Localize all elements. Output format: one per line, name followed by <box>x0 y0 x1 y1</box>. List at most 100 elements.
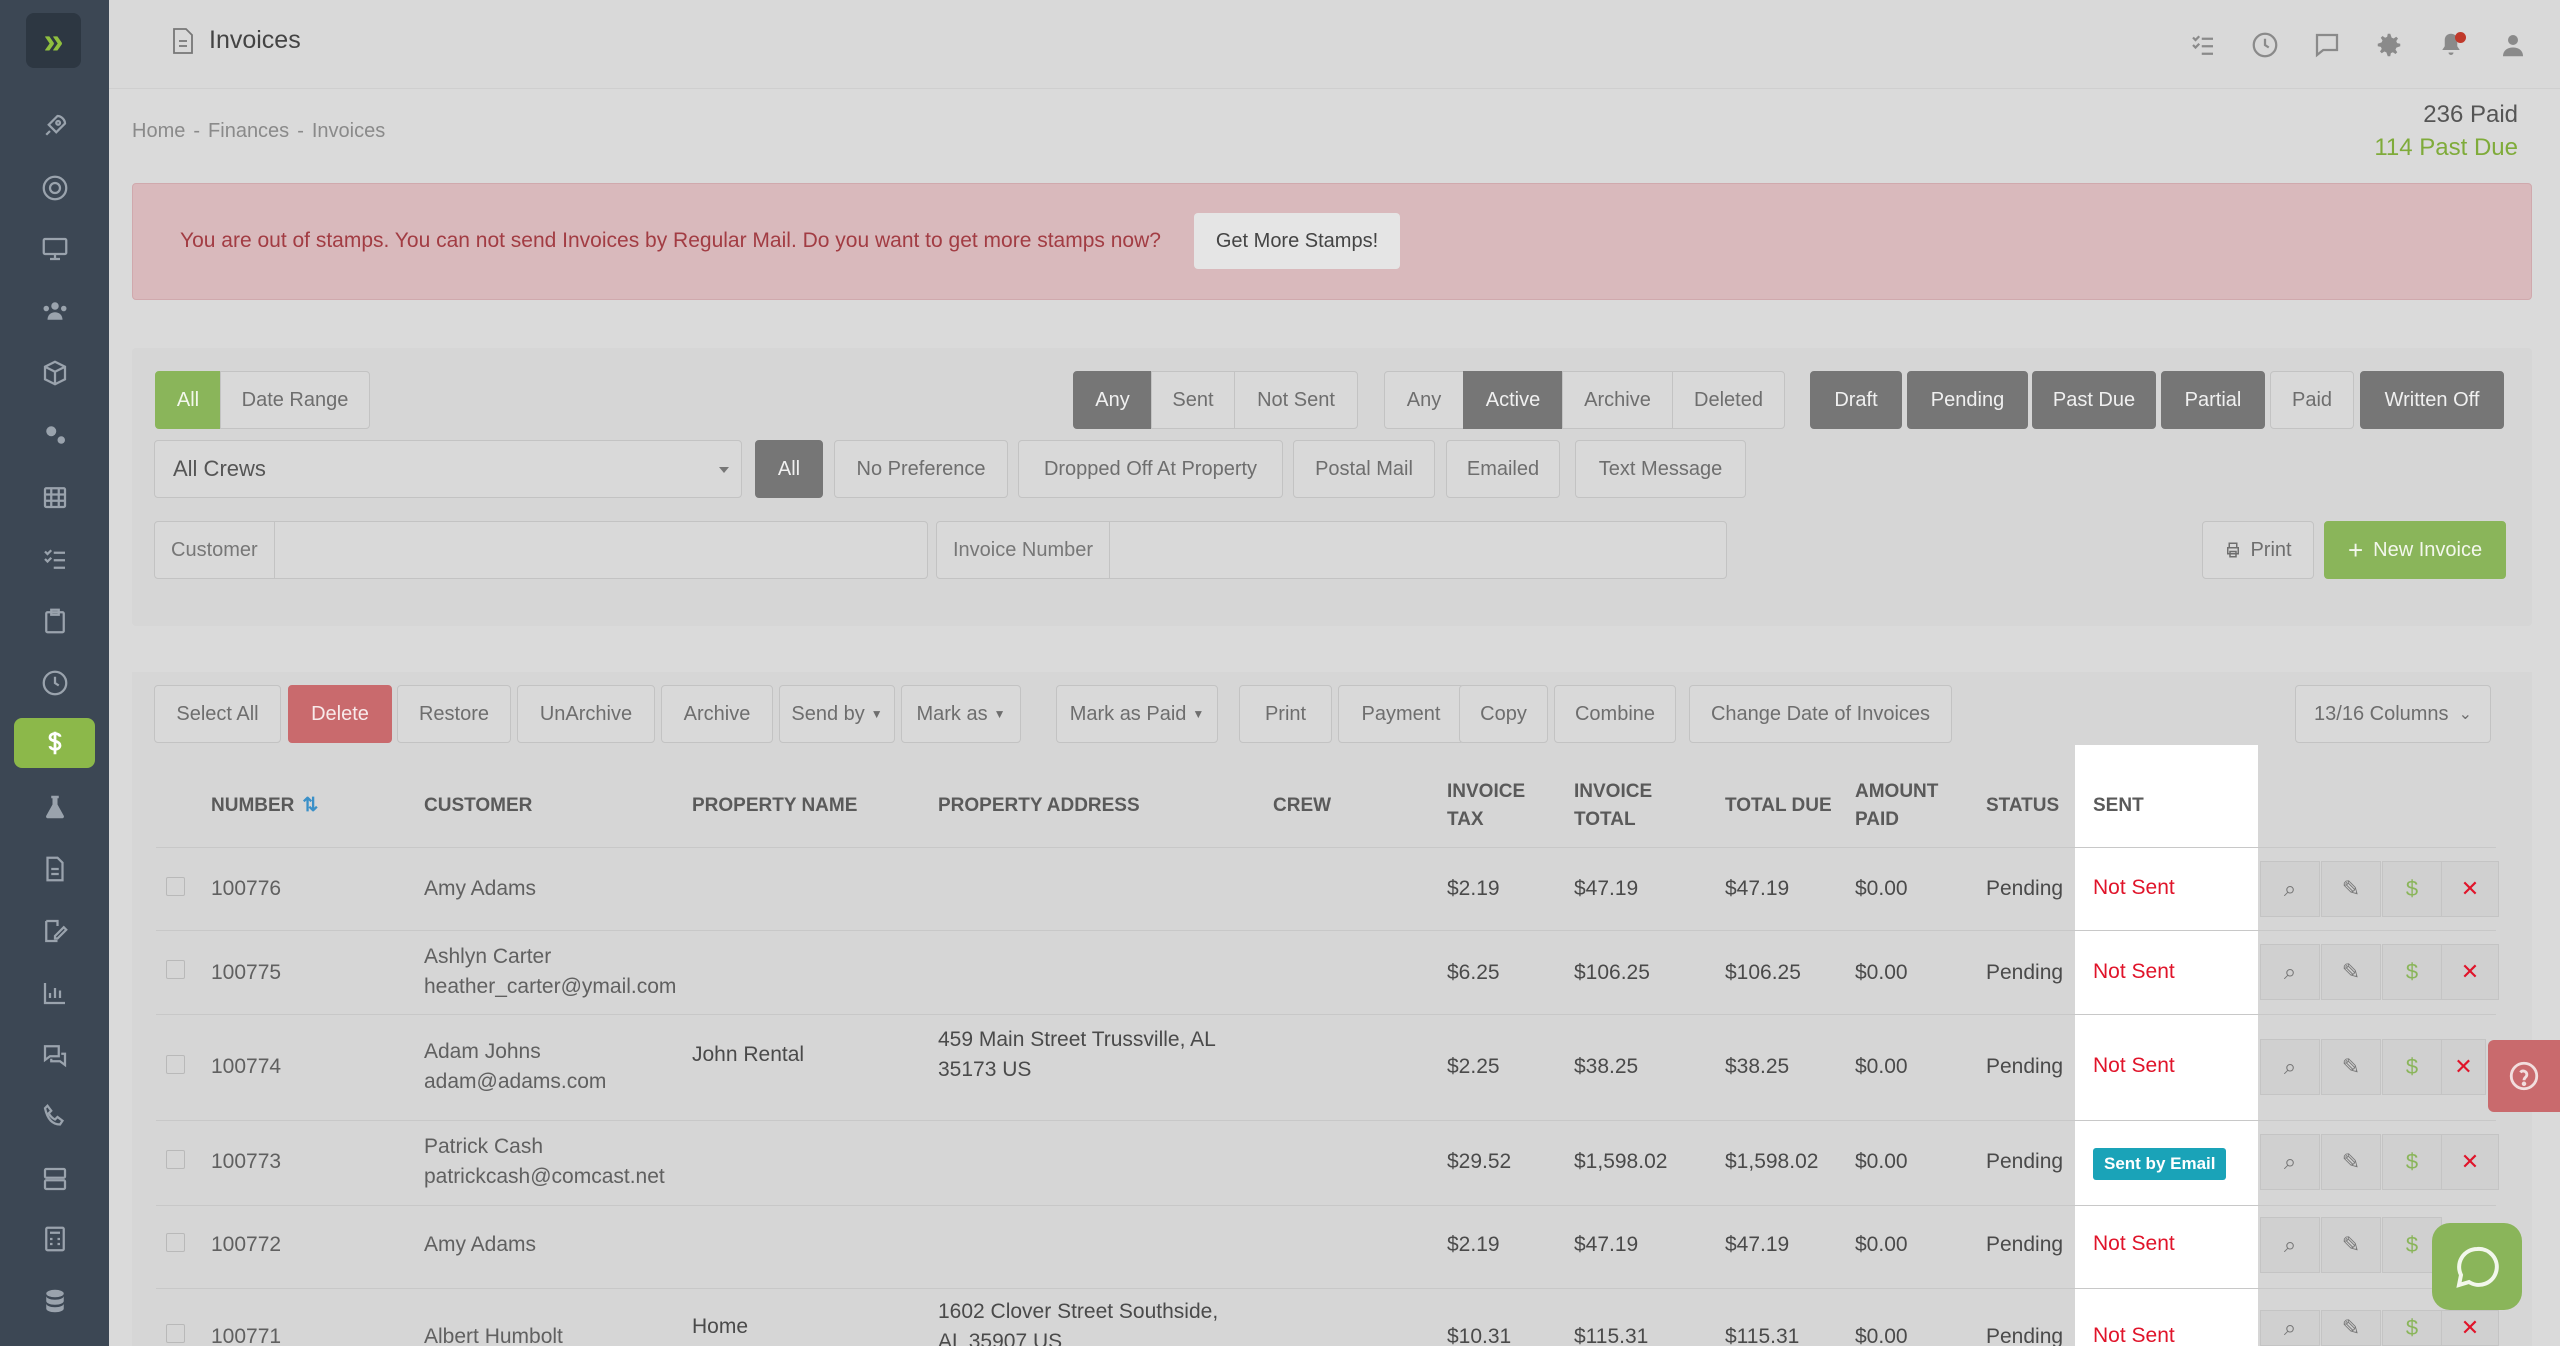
view-button[interactable]: ⌕ <box>2260 1039 2320 1095</box>
column-header-amount-paid[interactable]: AMOUNT PAID <box>1855 778 1938 834</box>
column-header-property-address[interactable]: PROPERTY ADDRESS <box>938 792 1140 820</box>
breadcrumb-finances[interactable]: Finances <box>208 120 289 142</box>
delete-button[interactable]: Delete <box>288 685 392 743</box>
row-checkbox[interactable] <box>166 960 185 979</box>
sidebar-item-lab[interactable] <box>14 782 95 832</box>
column-header-status[interactable]: STATUS <box>1986 792 2059 820</box>
delivery-postal-mail[interactable]: Postal Mail <box>1293 440 1435 498</box>
row-checkbox[interactable] <box>166 1055 185 1074</box>
paid-count[interactable]: 236 Paid <box>2374 98 2518 131</box>
filter-status-partial[interactable]: Partial <box>2161 371 2265 429</box>
delivery-text-message[interactable]: Text Message <box>1575 440 1746 498</box>
sidebar-item-finances[interactable] <box>14 718 95 768</box>
sidebar-item-customers[interactable] <box>14 286 95 336</box>
column-header-invoice-tax[interactable]: INVOICE TAX <box>1447 778 1525 834</box>
delivery-all[interactable]: All <box>755 440 823 498</box>
column-header-customer[interactable]: CUSTOMER <box>424 792 532 820</box>
filter-status-past-due[interactable]: Past Due <box>2032 371 2156 429</box>
cell-customer[interactable]: Adam Johns <box>424 1037 541 1067</box>
column-header-total-due[interactable]: TOTAL DUE <box>1725 792 1832 820</box>
change-date-button[interactable]: Change Date of Invoices <box>1689 685 1952 743</box>
filter-sent-any[interactable]: Any <box>1073 371 1152 429</box>
settings-button[interactable] <box>2374 30 2404 60</box>
sidebar-item-rocket[interactable] <box>14 101 95 151</box>
sidebar-item-dashboard[interactable] <box>14 224 95 274</box>
payment-row-button[interactable]: $ <box>2382 1039 2442 1095</box>
unarchive-button[interactable]: UnArchive <box>517 685 655 743</box>
sidebar-item-timesheets[interactable] <box>14 658 95 708</box>
mark-as-button[interactable]: Mark as ▼ <box>901 685 1021 743</box>
archive-button[interactable]: Archive <box>661 685 773 743</box>
filter-not-sent[interactable]: Not Sent <box>1234 371 1358 429</box>
filter-all-dates[interactable]: All <box>155 371 221 429</box>
edit-button[interactable]: ✎ <box>2321 1310 2381 1346</box>
sidebar-item-phone[interactable] <box>14 1092 95 1142</box>
delivery-no-preference[interactable]: No Preference <box>834 440 1008 498</box>
delete-row-button[interactable]: ✕ <box>2441 861 2499 917</box>
edit-button[interactable]: ✎ <box>2321 1039 2381 1095</box>
payment-row-button[interactable]: $ <box>2382 944 2442 1000</box>
sidebar-item-estimates[interactable] <box>14 906 95 956</box>
cell-email[interactable]: patrickcash@comcast.net <box>424 1162 665 1192</box>
columns-dropdown[interactable]: 13/16 Columns ⌄ <box>2295 685 2491 743</box>
delete-row-button[interactable]: ✕ <box>2441 1310 2499 1346</box>
edit-button[interactable]: ✎ <box>2321 1217 2381 1273</box>
delivery-emailed[interactable]: Emailed <box>1446 440 1560 498</box>
notifications-button[interactable] <box>2436 30 2466 60</box>
select-all-button[interactable]: Select All <box>154 685 281 743</box>
filter-status-draft[interactable]: Draft <box>1810 371 1902 429</box>
sidebar-item-documents[interactable] <box>14 844 95 894</box>
cell-customer[interactable]: Amy Adams <box>424 1230 536 1260</box>
cell-customer[interactable]: Amy Adams <box>424 874 536 904</box>
profile-button[interactable] <box>2498 30 2528 60</box>
new-invoice-button[interactable]: + New Invoice <box>2324 521 2506 579</box>
row-checkbox[interactable] <box>166 1233 185 1252</box>
payment-row-button[interactable]: $ <box>2382 1134 2442 1190</box>
cell-property-name[interactable]: Home <box>692 1312 748 1342</box>
messages-button[interactable] <box>2312 30 2342 60</box>
filter-active[interactable]: Active <box>1463 371 1563 429</box>
column-header-number[interactable]: NUMBER ⇅ <box>211 792 318 820</box>
sidebar-item-inventory[interactable] <box>14 348 95 398</box>
restore-button[interactable]: Restore <box>397 685 511 743</box>
view-button[interactable]: ⌕ <box>2260 1217 2320 1273</box>
filter-archive-any[interactable]: Any <box>1384 371 1464 429</box>
sidebar-item-storage[interactable] <box>14 1154 95 1204</box>
view-button[interactable]: ⌕ <box>2260 1310 2320 1346</box>
sidebar-item-database[interactable] <box>14 1276 95 1326</box>
sidebar-item-calendar[interactable] <box>14 472 95 522</box>
expand-sidebar-button[interactable]: » <box>26 13 81 68</box>
sidebar-item-tasks[interactable] <box>14 534 95 584</box>
payment-row-button[interactable]: $ <box>2382 861 2442 917</box>
sidebar-item-reports[interactable] <box>14 968 95 1018</box>
delete-row-button[interactable]: ✕ <box>2441 1134 2499 1190</box>
get-more-stamps-button[interactable]: Get More Stamps! <box>1194 213 1400 269</box>
history-button[interactable] <box>2250 30 2280 60</box>
filter-date-range[interactable]: Date Range <box>220 371 370 429</box>
customer-input[interactable] <box>275 522 927 578</box>
sidebar-item-messages[interactable] <box>14 1030 95 1080</box>
column-header-sent[interactable]: SENT <box>2093 792 2144 820</box>
sidebar-item-services[interactable] <box>14 410 95 460</box>
payment-row-button[interactable]: $ <box>2382 1310 2442 1346</box>
cell-email[interactable]: adam@adams.com <box>424 1067 606 1097</box>
row-checkbox[interactable] <box>166 1324 185 1343</box>
cell-customer[interactable]: Albert Humbolt <box>424 1322 563 1346</box>
invoice-number-input[interactable] <box>1110 522 1726 578</box>
sidebar-item-calculator[interactable] <box>14 1214 95 1264</box>
view-button[interactable]: ⌕ <box>2260 944 2320 1000</box>
filter-status-paid[interactable]: Paid <box>2270 371 2354 429</box>
column-header-property-name[interactable]: PROPERTY NAME <box>692 792 857 820</box>
column-header-invoice-total[interactable]: INVOICE TOTAL <box>1574 778 1652 834</box>
breadcrumb-home[interactable]: Home <box>132 120 185 142</box>
edit-button[interactable]: ✎ <box>2321 944 2381 1000</box>
print-selected-button[interactable]: Print <box>1239 685 1332 743</box>
print-button[interactable]: Print <box>2202 521 2314 579</box>
send-by-button[interactable]: Send by ▼ <box>779 685 895 743</box>
live-chat-button[interactable] <box>2432 1223 2522 1310</box>
copy-button[interactable]: Copy <box>1459 685 1548 743</box>
row-checkbox[interactable] <box>166 877 185 896</box>
past-due-count[interactable]: 114 Past Due <box>2374 131 2518 164</box>
cell-customer[interactable]: Ashlyn Carter <box>424 942 551 972</box>
delete-row-button[interactable]: ✕ <box>2441 1039 2486 1095</box>
